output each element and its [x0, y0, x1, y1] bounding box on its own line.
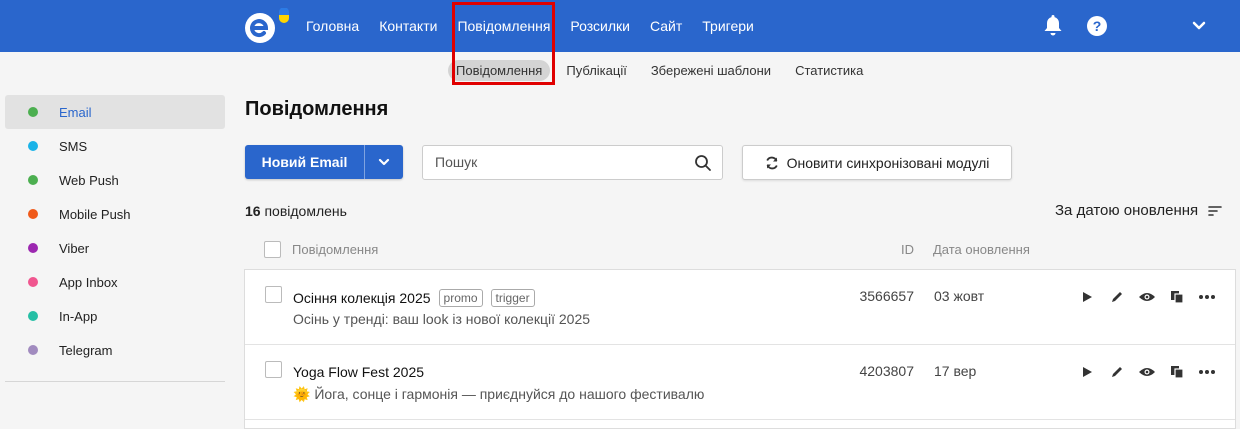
- channel-dot-icon: [28, 311, 38, 321]
- preview-icon[interactable]: [1132, 286, 1162, 308]
- message-name-text[interactable]: Осіння колекція 2025: [293, 290, 431, 306]
- channel-dot-icon: [28, 243, 38, 253]
- more-icon[interactable]: [1192, 361, 1222, 383]
- main-nav: Головна Контакти Повідомлення Розсилки С…: [296, 0, 764, 52]
- sidebar-item-telegram[interactable]: Telegram: [5, 333, 225, 367]
- sidebar-item-label: In-App: [59, 308, 98, 324]
- subnav-publications[interactable]: Публікації: [558, 60, 634, 81]
- edit-icon[interactable]: [1102, 286, 1132, 308]
- nav-triggers[interactable]: Тригери: [702, 0, 754, 52]
- bell-icon[interactable]: [1043, 14, 1063, 36]
- preview-icon[interactable]: [1132, 361, 1162, 383]
- nav-campaigns[interactable]: Розсилки: [570, 0, 630, 52]
- nav-contacts[interactable]: Контакти: [379, 0, 437, 52]
- message-list: Осіння колекція 2025 promo trigger Осінь у …: [244, 269, 1236, 429]
- sidebar-item-email[interactable]: Email: [5, 95, 225, 129]
- sync-modules-button[interactable]: Оновити синхронізовані модулі: [742, 145, 1012, 180]
- more-icon[interactable]: [1192, 286, 1222, 308]
- row-checkbox[interactable]: [265, 361, 282, 378]
- sidebar-item-sms[interactable]: SMS: [5, 129, 225, 163]
- table-row[interactable]: Yoga Flow Fest 2025 🌞 Йога, сонце і гармо…: [245, 345, 1235, 420]
- search-box[interactable]: [422, 145, 723, 180]
- message-subject: 🌞 Йога, сонце і гармонія — приєднуйся до…: [293, 386, 705, 402]
- row-checkbox[interactable]: [265, 286, 282, 303]
- subnav-statistics[interactable]: Статистика: [787, 60, 871, 81]
- channel-dot-icon: [28, 141, 38, 151]
- sidebar-divider: [5, 381, 225, 382]
- row-actions: [1072, 286, 1222, 308]
- sort-control[interactable]: За датою оновлення: [1055, 202, 1222, 219]
- edit-icon[interactable]: [1102, 361, 1132, 383]
- subnav-saved-templates[interactable]: Збережені шаблони: [643, 60, 779, 81]
- table-header: Повідомлення ID Дата оновлення: [245, 236, 1235, 264]
- search-input[interactable]: [435, 154, 685, 170]
- sync-modules-label: Оновити синхронізовані модулі: [786, 154, 990, 171]
- logo-icon[interactable]: [244, 8, 292, 44]
- message-subject: Осінь у тренді: ваш look із нової колекц…: [293, 311, 591, 327]
- sidebar-item-label: Telegram: [59, 342, 113, 358]
- sidebar-item-label: Email: [59, 104, 92, 120]
- search-icon[interactable]: [694, 154, 712, 172]
- play-icon[interactable]: [1072, 286, 1102, 308]
- sidebar-item-web-push[interactable]: Web Push: [5, 163, 225, 197]
- message-name[interactable]: Yoga Flow Fest 2025: [293, 364, 424, 380]
- message-name[interactable]: Осіння колекція 2025 promo trigger: [293, 289, 535, 307]
- tag-badge[interactable]: promo: [438, 289, 483, 307]
- channel-dot-icon: [28, 277, 38, 287]
- sort-label[interactable]: За датою оновлення: [1055, 202, 1198, 219]
- nav-messages[interactable]: Повідомлення: [457, 0, 550, 52]
- sidebar-item-label: Mobile Push: [59, 206, 131, 222]
- chevron-down-icon[interactable]: [1190, 17, 1208, 35]
- sidebar-item-label: Viber: [59, 240, 90, 256]
- copy-icon[interactable]: [1162, 361, 1192, 383]
- column-header-id: ID: [901, 242, 914, 257]
- page-title: Повідомлення: [245, 98, 389, 120]
- message-id: 3566657: [859, 288, 914, 304]
- sidebar-item-in-app[interactable]: In-App: [5, 299, 225, 333]
- count-number: 16: [245, 203, 261, 219]
- channel-dot-icon: [28, 345, 38, 355]
- nav-home[interactable]: Головна: [306, 0, 359, 52]
- play-icon[interactable]: [1072, 361, 1102, 383]
- channel-dot-icon: [28, 209, 38, 219]
- row-actions: [1072, 361, 1222, 383]
- new-email-button[interactable]: Новий Email: [245, 145, 403, 179]
- new-email-label[interactable]: Новий Email: [245, 145, 364, 179]
- message-id: 4203807: [859, 363, 914, 379]
- sidebar-item-label: Web Push: [59, 172, 119, 188]
- refresh-icon: [765, 156, 778, 169]
- nav-site[interactable]: Сайт: [650, 0, 682, 52]
- select-all-checkbox[interactable]: [264, 241, 281, 258]
- sidebar-item-viber[interactable]: Viber: [5, 231, 225, 265]
- count-text: повідомлень: [264, 203, 347, 219]
- column-header-date: Дата оновлення: [933, 242, 1030, 257]
- help-icon[interactable]: ?: [1087, 16, 1107, 36]
- sidebar-item-mobile-push[interactable]: Mobile Push: [5, 197, 225, 231]
- sub-nav: Повідомлення Публікації Збережені шаблон…: [448, 58, 879, 82]
- new-email-dropdown[interactable]: [365, 145, 403, 179]
- channel-dot-icon: [28, 175, 38, 185]
- sidebar-item-label: App Inbox: [59, 274, 118, 290]
- message-date: 17 вер: [934, 363, 977, 379]
- channel-dot-icon: [28, 107, 38, 117]
- column-header-message: Повідомлення: [292, 242, 379, 257]
- table-row[interactable]: Осіння колекція 2025 promo trigger Осінь у …: [245, 270, 1235, 345]
- tag-badge[interactable]: trigger: [490, 289, 535, 307]
- sidebar-item-label: SMS: [59, 138, 88, 154]
- sidebar-item-app-inbox[interactable]: App Inbox: [5, 265, 225, 299]
- sort-icon[interactable]: [1208, 205, 1222, 217]
- message-date: 03 жовт: [934, 288, 985, 304]
- copy-icon[interactable]: [1162, 286, 1192, 308]
- sidebar: Email SMS Web Push Mobile Push Viber App Inbo…: [5, 95, 225, 367]
- chevron-down-icon: [378, 158, 390, 166]
- message-name-text[interactable]: Yoga Flow Fest 2025: [293, 364, 424, 380]
- message-count: 16 повідомлень: [245, 203, 347, 219]
- top-bar: Головна Контакти Повідомлення Розсилки С…: [0, 0, 1240, 52]
- subnav-messages[interactable]: Повідомлення: [448, 59, 551, 81]
